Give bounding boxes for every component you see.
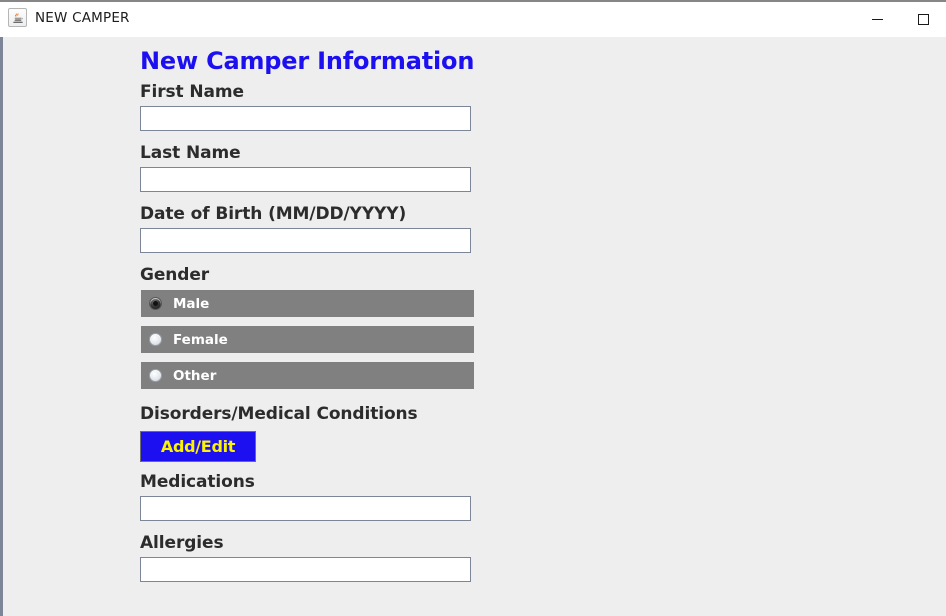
title-bar: NEW CAMPER: [0, 0, 946, 37]
first-name-input[interactable]: [140, 106, 471, 131]
label-disorders-medical-conditions: Disorders/Medical Conditions: [140, 404, 418, 424]
allergies-input[interactable]: [140, 557, 471, 582]
gender-option-label: Female: [173, 331, 228, 348]
page-title: New Camper Information: [140, 47, 475, 75]
new-camper-form: New Camper Information First Name Last N…: [140, 37, 900, 588]
radio-unselected-icon: [149, 369, 162, 382]
java-coffee-cup-icon: [8, 8, 27, 27]
date-of-birth-input[interactable]: [140, 228, 471, 253]
gender-option-male[interactable]: Male: [141, 290, 474, 317]
gender-option-other[interactable]: Other: [141, 362, 474, 389]
window-title: NEW CAMPER: [35, 9, 130, 26]
window-controls: [854, 2, 946, 37]
label-allergies: Allergies: [140, 533, 224, 553]
gender-radio-group: Male Female Other: [141, 290, 900, 389]
gender-option-female[interactable]: Female: [141, 326, 474, 353]
minimize-button[interactable]: [854, 2, 900, 37]
label-first-name: First Name: [140, 82, 244, 102]
label-medications: Medications: [140, 472, 255, 492]
label-date-of-birth: Date of Birth (MM/DD/YYYY): [140, 204, 407, 224]
radio-unselected-icon: [149, 333, 162, 346]
add-edit-button[interactable]: Add/Edit: [140, 431, 256, 462]
content-pane: New Camper Information First Name Last N…: [0, 37, 946, 616]
label-gender: Gender: [140, 265, 210, 285]
maximize-icon: [917, 14, 929, 25]
gender-option-label: Other: [173, 367, 217, 384]
last-name-input[interactable]: [140, 167, 471, 192]
gender-option-label: Male: [173, 295, 210, 312]
maximize-button[interactable]: [900, 2, 946, 37]
medications-input[interactable]: [140, 496, 471, 521]
radio-selected-icon: [149, 297, 162, 310]
title-bar-left: NEW CAMPER: [8, 8, 130, 27]
label-last-name: Last Name: [140, 143, 241, 163]
new-camper-window: NEW CAMPER New Camper Information First …: [0, 0, 946, 616]
minimize-icon: [871, 19, 883, 20]
